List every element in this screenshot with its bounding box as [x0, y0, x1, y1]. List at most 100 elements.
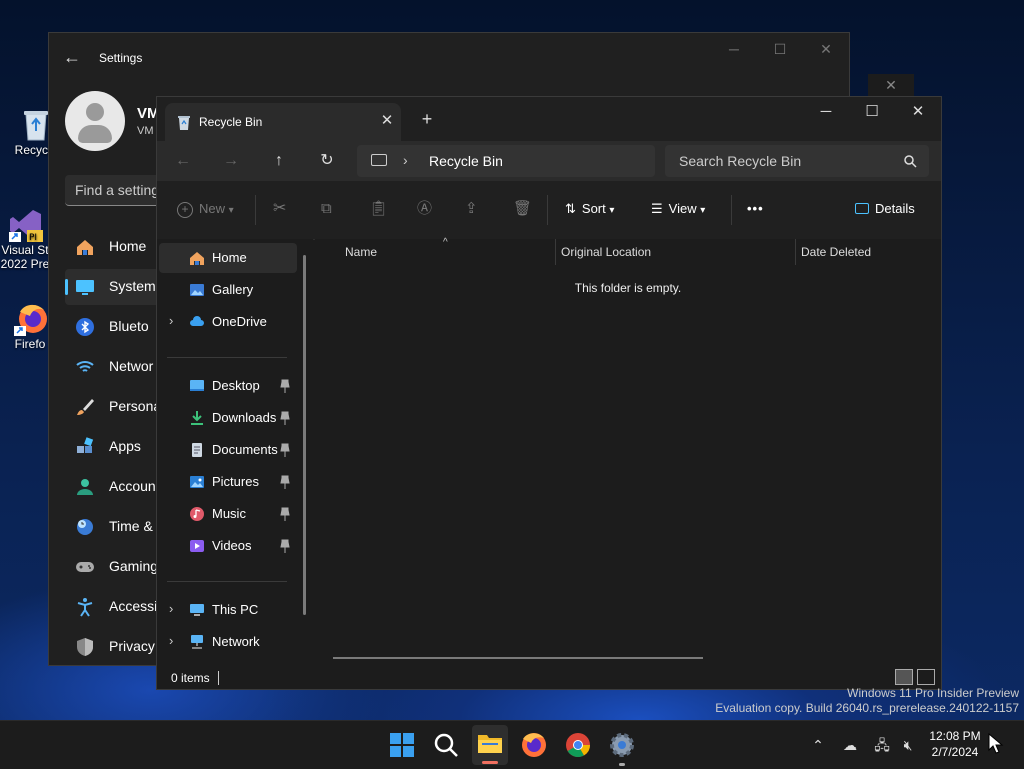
share-icon[interactable]: ⇪ [465, 197, 478, 221]
find-setting-placeholder: Find a setting [75, 182, 160, 198]
chrome-icon[interactable] [562, 729, 594, 761]
shield-icon [77, 638, 93, 656]
settings-gear-icon[interactable] [606, 729, 638, 761]
settings-running-indicator [619, 763, 625, 766]
breadcrumb-recycle-bin[interactable]: Recycle Bin [429, 153, 503, 169]
pin-icon[interactable] [279, 379, 291, 393]
plus-circle-icon: + [177, 202, 193, 218]
paste-icon[interactable]: 📋︎ [369, 197, 388, 221]
nav-home[interactable]: Home [159, 243, 297, 273]
nav-label: Gallery [212, 282, 254, 297]
nav-label: Privacy [109, 638, 155, 654]
desktop-icon-visual-studio[interactable]: PI Visual St 2022 Pre [0, 208, 50, 271]
chevron-right-icon[interactable]: › [169, 633, 173, 648]
nav-desktop[interactable]: Desktop [159, 371, 297, 401]
up-arrow-icon[interactable]: ↑ [265, 149, 293, 173]
large-icons-view-icon[interactable] [917, 669, 935, 685]
svg-text:PI: PI [29, 233, 37, 242]
column-divider[interactable] [795, 239, 796, 265]
pin-icon[interactable] [279, 539, 291, 553]
forward-icon[interactable]: → [217, 149, 245, 173]
home-icon [190, 252, 204, 265]
more-options-icon[interactable]: ••• [747, 197, 764, 221]
avatar[interactable] [65, 91, 125, 151]
search-icon[interactable] [430, 729, 462, 761]
maximize-icon[interactable]: ☐ [757, 33, 803, 65]
apps-icon [77, 437, 94, 453]
details-button[interactable]: Details [855, 197, 915, 221]
column-header-original-location[interactable]: Original Location [561, 245, 651, 259]
new-button[interactable]: + New ▾ [177, 197, 234, 221]
clock[interactable]: 12:08 PM 2/7/2024 [922, 728, 988, 760]
desktop-icon-label: Visual St 2022 Pre [0, 243, 50, 271]
nav-network[interactable]: › Network [159, 627, 297, 657]
nav-music[interactable]: Music [159, 499, 297, 529]
chevron-right-icon[interactable]: › [403, 152, 408, 168]
avatar-body [78, 125, 112, 143]
back-arrow-icon[interactable]: ← [63, 47, 83, 67]
search-icon [904, 155, 917, 168]
separator [255, 195, 256, 225]
visual-studio-icon: PI [9, 208, 43, 243]
nav-label: OneDrive [212, 314, 267, 329]
chevron-up-icon[interactable]: ⌃ [808, 735, 828, 755]
nav-onedrive[interactable]: › OneDrive [159, 307, 297, 337]
status-separator [218, 671, 219, 685]
nav-videos[interactable]: Videos [159, 531, 297, 561]
network-icon[interactable]: 🖧︎ [872, 735, 892, 755]
column-header-date-deleted[interactable]: Date Deleted [801, 245, 871, 259]
chevron-down-icon: ▾ [228, 205, 234, 216]
rename-icon[interactable]: Ⓐ [417, 197, 432, 221]
nav-label: Networ [109, 358, 154, 374]
pin-icon[interactable] [279, 411, 291, 425]
column-header-name[interactable]: Name [345, 245, 377, 259]
pin-icon[interactable] [279, 507, 291, 521]
start-icon[interactable] [386, 729, 418, 761]
nav-gallery[interactable]: Gallery [159, 275, 297, 305]
pc-icon [190, 604, 204, 616]
view-icon: ☰ [651, 201, 663, 216]
refresh-icon[interactable]: ↻ [313, 149, 341, 173]
command-bar: + New ▾ ✂ ⧉ 📋︎ Ⓐ ⇪ 🗑︎ ⇅ Sort ▾ ☰ View ▾ •••… [157, 181, 941, 240]
onedrive-off-icon[interactable]: ☁ [840, 735, 860, 755]
file-explorer-taskbar-button[interactable] [472, 725, 508, 765]
gamepad-icon [76, 562, 94, 572]
horizontal-scrollbar[interactable] [333, 657, 703, 659]
close-tab-icon[interactable]: ✕ [377, 111, 397, 131]
back-icon[interactable]: ← [169, 149, 197, 173]
nav-this-pc[interactable]: › This PC [159, 595, 297, 625]
nav-label: Downloads [212, 410, 277, 425]
pin-icon[interactable] [279, 443, 291, 457]
firefox-icon [14, 302, 47, 336]
new-tab-icon[interactable]: + [417, 109, 437, 129]
chevron-right-icon[interactable]: › [169, 601, 173, 616]
search-input[interactable]: Search Recycle Bin [665, 145, 929, 177]
item-count: 0 items [171, 671, 210, 685]
maximize-icon[interactable]: ☐ [849, 97, 895, 127]
minimize-icon[interactable]: ─ [803, 97, 849, 127]
close-icon[interactable]: ✕ [895, 97, 941, 127]
wifi-icon [76, 361, 94, 372]
breadcrumb[interactable]: › Recycle Bin [357, 145, 655, 177]
cut-icon[interactable]: ✂ [273, 197, 286, 221]
nav-documents[interactable]: Documents [159, 435, 297, 465]
chevron-right-icon[interactable]: › [169, 313, 173, 328]
column-divider[interactable] [555, 239, 556, 265]
details-view-icon[interactable] [895, 669, 913, 685]
background-window-close-icon[interactable]: ✕ [868, 74, 914, 96]
firefox-icon[interactable] [518, 729, 550, 761]
delete-icon[interactable]: 🗑︎ [513, 197, 532, 221]
copy-icon[interactable]: ⧉ [321, 197, 332, 221]
navigation-pane-scrollbar[interactable] [303, 255, 306, 615]
separator [547, 195, 548, 225]
nav-pictures[interactable]: Pictures [159, 467, 297, 497]
minimize-icon[interactable]: ─ [711, 33, 757, 65]
pin-icon[interactable] [279, 475, 291, 489]
sort-button[interactable]: ⇅ Sort ▾ [565, 197, 614, 221]
close-icon[interactable]: ✕ [803, 33, 849, 65]
tab-recycle-bin[interactable]: Recycle Bin ✕ [165, 103, 401, 141]
nav-downloads[interactable]: Downloads [159, 403, 297, 433]
volume-muted-icon[interactable]: 🔇︎ [898, 735, 918, 755]
view-button[interactable]: ☰ View ▾ [651, 197, 705, 221]
globe-clock-icon [77, 519, 93, 535]
